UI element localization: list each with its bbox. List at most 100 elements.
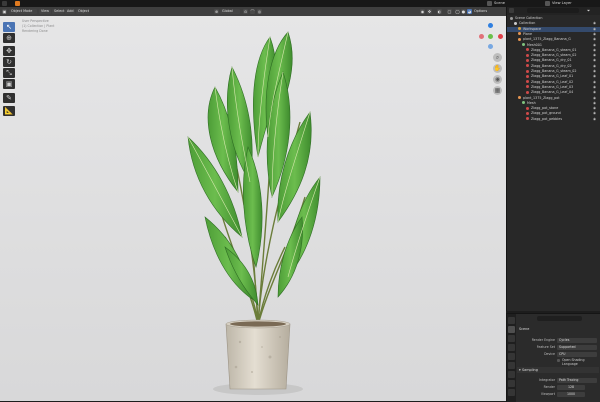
y-axis-icon[interactable] [488,34,493,39]
eye-visibility-icon[interactable]: ◉ [593,90,598,95]
eye-visibility-icon[interactable]: ◉ [593,53,598,58]
view-layer-icon[interactable] [545,1,550,6]
3d-viewport[interactable]: ▣ Object Mode View Select Add Object ⊕ G… [0,7,506,401]
eye-visibility-icon[interactable]: ◉ [593,21,598,26]
render-tab-icon[interactable] [508,326,515,333]
eye-visibility-icon[interactable]: ◉ [593,37,598,42]
tool-tab-icon[interactable] [508,317,515,324]
viewport-samples-field[interactable]: 1000 [557,392,585,397]
view-menu[interactable]: View [39,9,51,14]
object-menu[interactable]: Object [76,9,89,14]
outliner-row[interactable]: Collection ◉ [507,21,600,26]
select-menu[interactable]: Select [52,9,64,14]
view-layer-tab-icon[interactable] [508,344,515,351]
shading-solid-icon[interactable]: ● [461,9,466,14]
device-dropdown[interactable]: CPU [557,352,597,357]
mode-dropdown[interactable]: Object Mode [9,9,37,14]
world-tab-icon[interactable] [508,362,515,369]
eye-visibility-icon[interactable]: ◉ [593,43,598,48]
snap-icon[interactable]: ⌒ [250,9,255,14]
scene-name[interactable]: Scene [494,1,505,6]
zoom-icon[interactable]: ⌕ [493,53,502,62]
filter-icon[interactable]: ⏷ [587,8,592,13]
outliner-row[interactable]: Zlagg_pot_ground ◉ [507,111,600,116]
outliner-row[interactable]: Zlagg_Banana_G_Leaf_04 ◉ [507,90,600,95]
rotate-tool-icon[interactable]: ↻ [3,57,15,67]
eye-visibility-icon[interactable]: ◉ [593,101,598,106]
editor-type-icon[interactable] [2,1,7,6]
outliner-row[interactable]: Mesh001 ◉ [507,43,600,48]
eye-visibility-icon[interactable]: ◉ [593,111,598,116]
outliner-row[interactable]: Plane ◉ [507,32,600,37]
eye-visibility-icon[interactable]: ◉ [593,69,598,74]
pivot-icon[interactable]: ⊙ [243,9,248,14]
render-icon[interactable] [15,1,20,6]
transform-tool-icon[interactable]: ▣ [3,79,15,89]
scale-tool-icon[interactable]: ⤡ [3,68,15,78]
feature-set-dropdown[interactable]: Supported [557,345,597,350]
outliner-row[interactable]: Zlagg_Banana_G_steam_02 ◉ [507,69,600,74]
view-layer-name[interactable]: View Layer [552,1,572,6]
outliner-row[interactable]: Zlagg_Banana_G_dry_02 ◉ [507,64,600,69]
render-engine-dropdown[interactable]: Cycles [557,338,597,343]
output-tab-icon[interactable] [508,335,515,342]
outliner-row[interactable]: Scene Collection [507,16,600,21]
perspective-toggle-icon[interactable]: ▦ [493,86,502,95]
scene-tab-icon[interactable] [508,353,515,360]
pan-hand-icon[interactable]: ✋ [493,64,502,73]
outliner-row[interactable]: Zlagg_Banana_G_steam_01 ◉ [507,48,600,53]
overlay-icon[interactable]: ◐ [437,9,442,14]
xray-icon[interactable]: ▢ [447,9,452,14]
outliner-row[interactable]: Zlagg_pot_pebbles ◉ [507,117,600,122]
move-tool-icon[interactable]: ✥ [3,46,15,56]
neg-x-axis-icon[interactable] [479,34,484,39]
visibility-icon[interactable]: ◉ [420,9,425,14]
material-tab-icon[interactable] [508,389,515,396]
object-tab-icon[interactable] [508,371,515,378]
eye-visibility-icon[interactable]: ◉ [593,58,598,63]
outliner-row[interactable]: Zlagg_Banana_G_dry_01 ◉ [507,58,600,63]
eye-visibility-icon[interactable]: ◉ [593,96,598,101]
outliner-row[interactable]: Mesh ◉ [507,101,600,106]
eye-visibility-icon[interactable]: ◉ [593,106,598,111]
shading-wireframe-icon[interactable]: ◯ [455,9,460,14]
transform-orientation-dropdown[interactable]: Global [220,9,240,14]
orientation-icon[interactable]: ⊕ [214,9,219,14]
eye-visibility-icon[interactable]: ◉ [593,117,598,122]
outliner-row[interactable]: plant_1375_Zlagg_pot ◉ [507,96,600,101]
outliner-search-input[interactable] [527,8,579,13]
eye-visibility-icon[interactable]: ◉ [593,32,598,37]
outliner-row[interactable]: plant_1375_Zlagg_Banana_G ◉ [507,37,600,42]
outliner-editor-icon[interactable] [509,8,514,13]
shading-rendered-icon[interactable]: ◕ [467,9,472,14]
eye-visibility-icon[interactable]: ◉ [593,80,598,85]
outliner-row[interactable]: Zlagg_Banana_G_Leaf_02 ◉ [507,80,600,85]
proportional-edit-icon[interactable]: ◎ [257,9,262,14]
add-menu[interactable]: Add [65,9,75,14]
neg-z-axis-icon[interactable] [488,44,493,49]
outliner-row[interactable]: Zlagg_Banana_G_steam_02 ◉ [507,53,600,58]
outliner-row[interactable]: Zlagg_Banana_G_Leaf_03 ◉ [507,85,600,90]
integrator-dropdown[interactable]: Path Tracing [557,378,597,383]
outliner-row[interactable]: Workspace ◉ [507,26,600,32]
osl-checkbox[interactable] [557,359,560,362]
eye-visibility-icon[interactable]: ◉ [593,74,598,79]
annotate-tool-icon[interactable]: ✎ [3,93,15,103]
z-axis-icon[interactable] [488,23,493,28]
scene-icon[interactable] [487,1,492,6]
x-axis-icon[interactable] [498,34,503,39]
eye-visibility-icon[interactable]: ◉ [593,64,598,69]
eye-visibility-icon[interactable]: ◉ [593,48,598,53]
navigation-gizmo[interactable] [478,23,506,51]
outliner-row[interactable]: Zlagg_pot_stone ◉ [507,106,600,111]
options-dropdown[interactable]: Options [472,9,488,14]
outliner-row[interactable]: Zlagg_Banana_G_Leaf_01 ◉ [507,74,600,79]
render-samples-field[interactable]: 128 [557,385,585,390]
measure-tool-icon[interactable]: 📐 [3,106,15,116]
select-tool-icon[interactable]: ↖ [3,22,15,32]
cursor-tool-icon[interactable]: ⊕ [3,33,15,43]
properties-search-input[interactable] [537,316,582,321]
eye-visibility-icon[interactable]: ◉ [593,85,598,90]
editor-type-icon[interactable]: ▣ [2,9,7,14]
gizmo-toggle-icon[interactable]: ✥ [427,9,432,14]
